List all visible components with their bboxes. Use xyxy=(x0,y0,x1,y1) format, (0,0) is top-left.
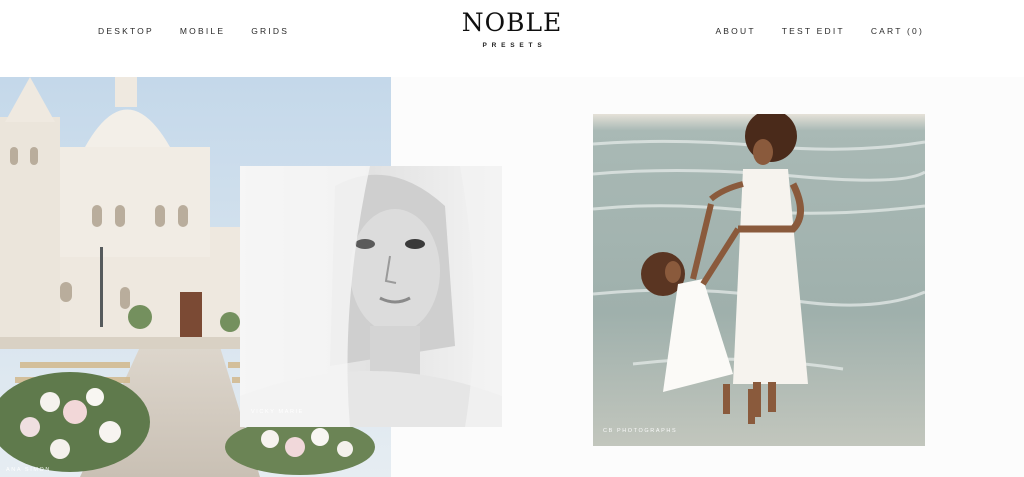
nav-about-link[interactable]: ABOUT xyxy=(715,26,755,36)
nav-test-edit-link[interactable]: TEST EDIT xyxy=(782,26,845,36)
beach-family-image xyxy=(593,114,925,446)
photo-credit-cb-photographs: CB PHOTOGRAPHS xyxy=(603,428,678,434)
gallery-photo-beach[interactable]: CB PHOTOGRAPHS xyxy=(593,114,925,446)
logo-subtitle: PRESETS xyxy=(482,42,547,49)
bride-portrait-image xyxy=(240,166,502,427)
photo-credit-ana-simon: ANA SIMON xyxy=(6,467,51,473)
cart-link[interactable]: CART (0) xyxy=(871,26,924,36)
primary-nav-right: ABOUT TEST EDIT CART (0) xyxy=(715,26,924,36)
gallery-photo-bride[interactable]: VICKY MARIE xyxy=(240,166,502,427)
photo-credit-vicky-marie: VICKY MARIE xyxy=(251,409,304,415)
